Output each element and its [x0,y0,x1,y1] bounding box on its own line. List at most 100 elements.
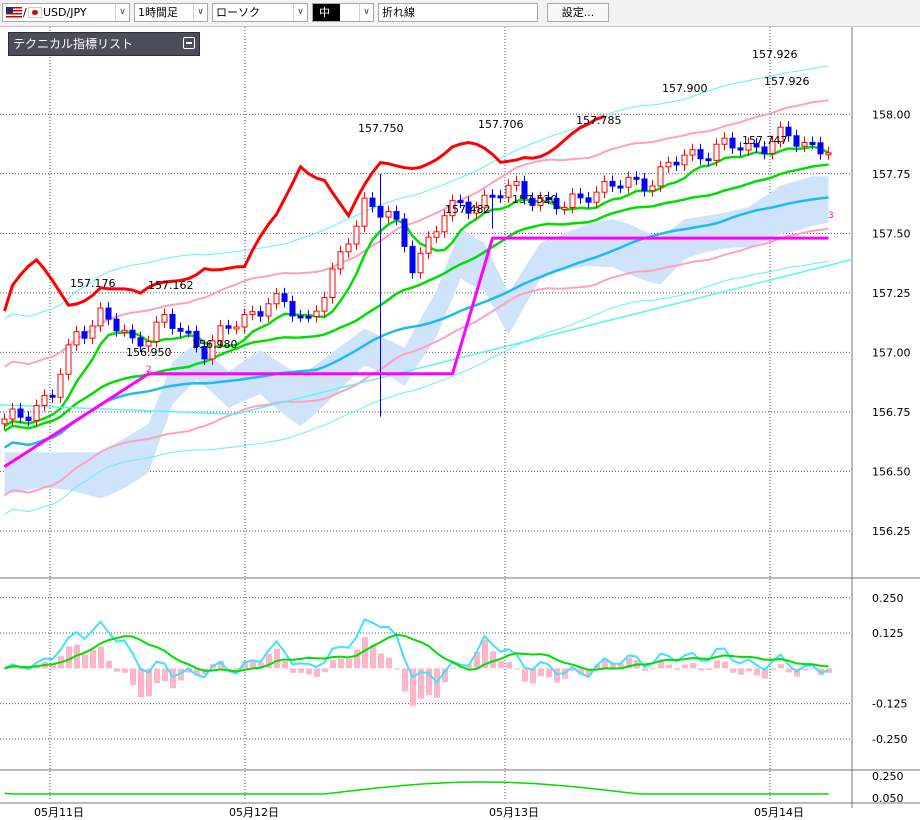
candle [377,205,384,218]
histogram-bar [674,668,680,670]
candle [297,315,304,319]
chart-area[interactable]: 157.176 157.162 156.950 156.980 157.750 157.7… [0,27,920,820]
candle [393,210,400,220]
candle [705,158,712,162]
x-tick-label: 05月13日 [489,806,539,819]
histogram-bar [754,668,760,676]
jp-flag-icon [28,7,42,18]
histogram-bar [322,668,328,673]
histogram-bar [786,668,792,673]
histogram-bar [514,668,520,670]
candle [1,418,8,425]
settings-button-label: 設定... [561,6,595,19]
candle [513,181,520,186]
histogram-bar [538,668,544,677]
symbol-select[interactable]: / USD/JPY [2,3,130,22]
candle [697,149,704,160]
candle [609,180,616,187]
candle [17,408,24,418]
histogram-bar [306,668,312,675]
candle [385,210,392,218]
price-annotation: 157.482 [445,203,491,216]
histogram-bar [738,668,744,675]
size-select[interactable]: 中 [312,3,374,22]
y-tick-label: 0.050 [872,792,904,805]
candle [417,252,424,274]
overlay-select[interactable]: 折れ線 [378,3,538,22]
histogram-bar [354,649,360,669]
price-annotation: 156.980 [192,338,238,351]
settings-button[interactable]: 設定... [547,3,609,22]
candle [809,142,816,146]
candle [161,314,168,323]
price-annotation: 157.176 [70,277,116,290]
x-tick-label: 05月14日 [754,806,804,819]
histogram-bar [330,660,336,669]
candle [761,146,768,154]
price-annotations: 157.176 157.162 156.950 156.980 157.750 157.7… [70,48,834,375]
candle [665,161,672,168]
candle [113,318,120,332]
signal-line [4,633,829,673]
candle [57,373,64,398]
candle [713,143,720,161]
histogram-bar [282,660,288,669]
histogram-bar [770,668,776,670]
price-annotation: 157.747 [742,134,788,147]
sma-mid-line [3,163,829,433]
price-annotation: 157.900 [662,82,708,95]
y-tick-label: 156.25 [872,525,911,538]
candle [361,197,368,227]
histogram-bar [130,668,136,686]
candle [641,178,648,192]
candle [65,344,72,375]
candle [89,325,96,339]
histogram-bar [106,660,112,669]
toolbar: / USD/JPY 1時間足 ローソク 中 折れ線 設定... [0,0,920,27]
histogram-bar [650,668,656,670]
y-tick-label: -0.250 [872,733,907,746]
minimize-icon[interactable] [183,37,195,49]
chart-type-select[interactable]: ローソク [212,3,308,22]
candle [49,394,56,398]
histogram-bar [522,668,528,682]
histogram-bar [386,657,392,669]
histogram-bar [170,668,176,689]
candle [289,301,296,317]
candle [401,218,408,247]
chart-type-label: ローソク [216,6,260,19]
candle [345,243,352,253]
candle [577,193,584,199]
candle [561,206,568,210]
y-tick-label: 157.25 [872,287,911,300]
candle [681,154,688,166]
indicator-list-header[interactable]: テクニカル指標リスト [8,32,200,56]
candle [249,311,256,315]
histogram-bar [706,668,712,670]
bottom-indicator-line [4,781,829,795]
histogram-bar [154,668,160,684]
histogram-bar [162,668,168,682]
histogram-bar [802,668,808,671]
candle [409,245,416,274]
candle [241,313,248,328]
y-tick-label: -0.125 [872,698,907,711]
candle [633,176,640,180]
candle [569,193,576,208]
histogram-bar [338,658,344,669]
histogram-bar [138,668,144,698]
histogram-bar [314,668,320,678]
y-tick-label: 158.00 [872,108,911,121]
wave-label: 2 [146,365,152,375]
histogram-bar [506,662,512,669]
candle [729,137,736,149]
price-annotation: 157.926 [752,48,798,61]
candle [369,197,376,207]
candle [81,331,88,339]
y-tick-label: 157.75 [872,168,911,181]
candle [33,405,40,421]
timeframe-select[interactable]: 1時間足 [134,3,208,22]
candle [313,310,320,318]
candle [441,215,448,233]
candle [801,142,808,147]
